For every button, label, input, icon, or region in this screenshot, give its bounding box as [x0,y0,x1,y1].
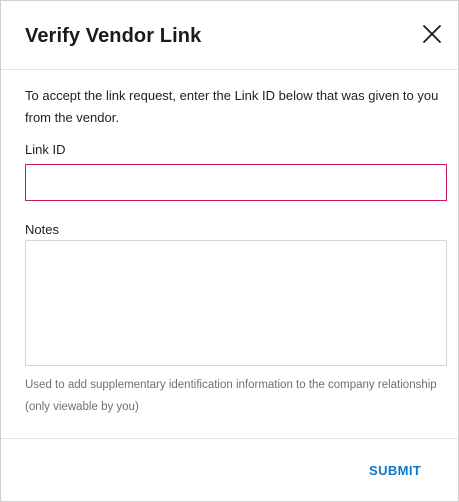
close-icon [423,25,441,43]
link-id-input[interactable] [25,164,447,201]
footer-divider [1,438,458,439]
notes-label: Notes [25,222,59,237]
notes-textarea[interactable] [25,240,447,366]
instructions-text: To accept the link request, enter the Li… [25,88,439,125]
dialog-title: Verify Vendor Link [25,25,202,47]
verify-vendor-link-dialog: Verify Vendor Link To accept the link re… [0,0,459,502]
submit-button[interactable]: SUBMIT [369,463,421,478]
header-divider [1,69,458,70]
link-id-label: Link ID [25,142,66,157]
notes-helper-text: Used to add supplementary identification… [25,379,437,413]
close-button[interactable] [419,21,445,47]
